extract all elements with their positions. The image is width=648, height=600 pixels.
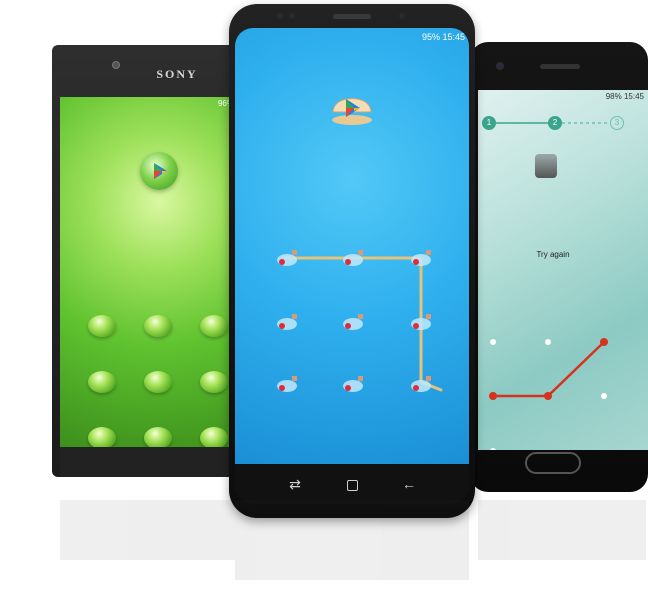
- bottle-node: [343, 314, 363, 330]
- pattern-node[interactable]: [200, 427, 228, 447]
- pattern-grid: [277, 250, 431, 392]
- earpiece: [540, 64, 580, 69]
- back-icon[interactable]: ←: [395, 470, 423, 498]
- center-phone: 95% 15:45 ⇄ ←: [229, 4, 475, 518]
- pattern-node[interactable]: [490, 448, 496, 450]
- navigation-bar: ⇄ ←: [235, 464, 469, 504]
- earpiece: [333, 14, 371, 19]
- pattern-node[interactable]: [601, 393, 607, 399]
- sensor: [289, 13, 295, 19]
- bottle-node: [411, 250, 431, 266]
- center-screen: 95% 15:45: [235, 28, 469, 464]
- play-store-icon: [140, 152, 178, 190]
- pattern-node[interactable]: [490, 339, 496, 345]
- center-top-bezel: [229, 4, 475, 30]
- pattern-node[interactable]: [144, 315, 172, 337]
- bottle-node: [343, 376, 363, 392]
- bottle-node: [277, 314, 297, 330]
- front-camera: [496, 62, 504, 70]
- recent-apps-icon[interactable]: ⇄: [281, 470, 309, 498]
- right-phone: 98% 15:45 1 2 3 Try again: [470, 42, 648, 492]
- pattern-node[interactable]: [200, 315, 228, 337]
- pattern-node[interactable]: [88, 427, 116, 447]
- bottle-node: [343, 250, 363, 266]
- pattern-node[interactable]: [545, 339, 551, 345]
- bottle-node: [277, 250, 297, 266]
- pattern-node[interactable]: [88, 315, 116, 337]
- left-screen: 96%: [60, 97, 240, 447]
- home-button[interactable]: [525, 452, 581, 474]
- left-bottom-bezel: [60, 447, 240, 477]
- left-phone: SONY 96%: [52, 45, 242, 477]
- pattern-node[interactable]: [144, 371, 172, 393]
- sensor: [277, 13, 283, 19]
- app-lock-showcase: SONY 96% 98% 15:45 1 2 3 Try again 95% 1…: [0, 0, 648, 600]
- bottle-node: [411, 376, 431, 392]
- home-icon[interactable]: [338, 470, 366, 498]
- pattern-node[interactable]: [200, 371, 228, 393]
- pattern-node[interactable]: [144, 427, 172, 447]
- front-camera: [399, 13, 405, 19]
- pattern-node[interactable]: [88, 371, 116, 393]
- bottle-node: [411, 314, 431, 330]
- right-screen: 98% 15:45 1 2 3 Try again: [478, 90, 648, 450]
- pattern-path: [489, 338, 608, 400]
- bottle-node: [277, 376, 297, 392]
